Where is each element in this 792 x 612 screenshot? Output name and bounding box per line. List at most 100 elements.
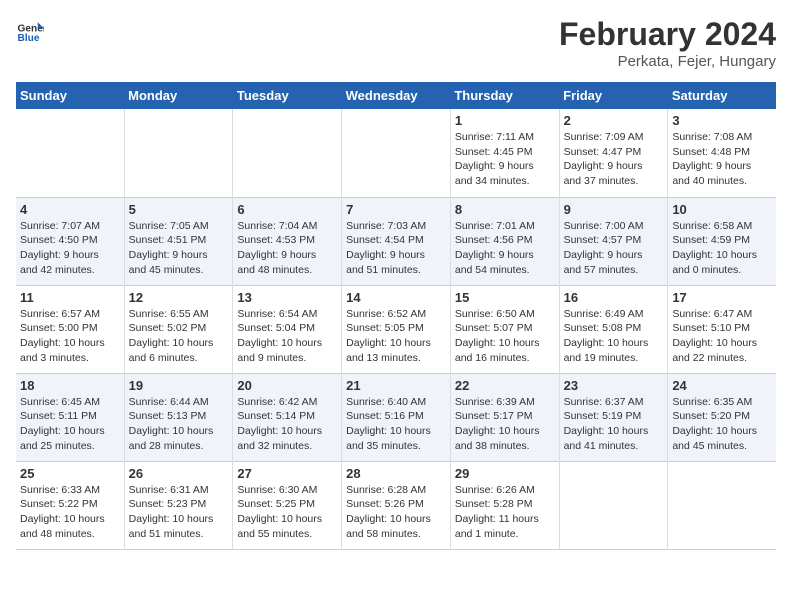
- day-info: Sunrise: 6:28 AM Sunset: 5:26 PM Dayligh…: [346, 483, 446, 542]
- day-info: Sunrise: 6:50 AM Sunset: 5:07 PM Dayligh…: [455, 307, 555, 366]
- day-info: Sunrise: 6:57 AM Sunset: 5:00 PM Dayligh…: [20, 307, 120, 366]
- day-number: 17: [672, 290, 772, 305]
- day-number: 16: [564, 290, 664, 305]
- day-number: 15: [455, 290, 555, 305]
- calendar-cell-week5-day1: 26 Sunrise: 6:31 AM Sunset: 5:23 PM Dayli…: [124, 461, 233, 549]
- calendar-table: SundayMondayTuesdayWednesdayThursdayFrid…: [16, 82, 776, 550]
- day-info: Sunrise: 7:03 AM Sunset: 4:54 PM Dayligh…: [346, 219, 446, 278]
- day-number: 9: [564, 202, 664, 217]
- calendar-cell-week2-day6: 10 Sunrise: 6:58 AM Sunset: 4:59 PM Dayli…: [668, 197, 776, 285]
- page-header: General Blue February 2024 Perkata, Feje…: [16, 16, 776, 70]
- logo-icon: General Blue: [16, 16, 44, 44]
- calendar-cell-week2-day5: 9 Sunrise: 7:00 AM Sunset: 4:57 PM Daylig…: [559, 197, 668, 285]
- day-info: Sunrise: 7:01 AM Sunset: 4:56 PM Dayligh…: [455, 219, 555, 278]
- calendar-subtitle: Perkata, Fejer, Hungary: [559, 53, 776, 70]
- calendar-cell-week2-day0: 4Sunrise: 7:07 AM Sunset: 4:50 PM Daylig…: [16, 197, 124, 285]
- weekday-header-monday: Monday: [124, 82, 233, 109]
- calendar-cell-week4-day5: 23 Sunrise: 6:37 AM Sunset: 5:19 PM Dayli…: [559, 373, 668, 461]
- day-info: Sunrise: 6:37 AM Sunset: 5:19 PM Dayligh…: [564, 395, 664, 454]
- calendar-cell-week5-day5: [559, 461, 668, 549]
- day-info: Sunrise: 6:26 AM Sunset: 5:28 PM Dayligh…: [455, 483, 555, 542]
- day-info: Sunrise: 6:40 AM Sunset: 5:16 PM Dayligh…: [346, 395, 446, 454]
- day-info: Sunrise: 7:08 AM Sunset: 4:48 PM Dayligh…: [672, 130, 772, 189]
- calendar-cell-week4-day4: 22 Sunrise: 6:39 AM Sunset: 5:17 PM Dayli…: [450, 373, 559, 461]
- day-number: 8: [455, 202, 555, 217]
- day-number: 21: [346, 378, 446, 393]
- day-info: Sunrise: 6:33 AM Sunset: 5:22 PM Dayligh…: [20, 483, 120, 542]
- calendar-cell-week1-day4: 1 Sunrise: 7:11 AM Sunset: 4:45 PM Daylig…: [450, 109, 559, 197]
- day-info: Sunrise: 6:35 AM Sunset: 5:20 PM Dayligh…: [672, 395, 772, 454]
- day-info: Sunrise: 6:58 AM Sunset: 4:59 PM Dayligh…: [672, 219, 772, 278]
- week-row-3: 11 Sunrise: 6:57 AM Sunset: 5:00 PM Dayli…: [16, 285, 776, 373]
- calendar-cell-week3-day6: 17Sunrise: 6:47 AM Sunset: 5:10 PM Dayli…: [668, 285, 776, 373]
- calendar-header-row: SundayMondayTuesdayWednesdayThursdayFrid…: [16, 82, 776, 109]
- calendar-cell-week3-day4: 15 Sunrise: 6:50 AM Sunset: 5:07 PM Dayli…: [450, 285, 559, 373]
- day-number: 23: [564, 378, 664, 393]
- day-number: 25: [20, 466, 120, 481]
- calendar-cell-week4-day1: 19 Sunrise: 6:44 AM Sunset: 5:13 PM Dayli…: [124, 373, 233, 461]
- day-info: Sunrise: 7:05 AM Sunset: 4:51 PM Dayligh…: [129, 219, 229, 278]
- calendar-cell-week3-day1: 12 Sunrise: 6:55 AM Sunset: 5:02 PM Dayli…: [124, 285, 233, 373]
- day-number: 10: [672, 202, 772, 217]
- day-number: 11: [20, 290, 120, 305]
- weekday-header-wednesday: Wednesday: [342, 82, 451, 109]
- day-info: Sunrise: 7:11 AM Sunset: 4:45 PM Dayligh…: [455, 130, 555, 189]
- day-number: 24: [672, 378, 772, 393]
- day-info: Sunrise: 6:44 AM Sunset: 5:13 PM Dayligh…: [129, 395, 229, 454]
- week-row-2: 4Sunrise: 7:07 AM Sunset: 4:50 PM Daylig…: [16, 197, 776, 285]
- day-number: 26: [129, 466, 229, 481]
- calendar-cell-week4-day0: 18 Sunrise: 6:45 AM Sunset: 5:11 PM Dayli…: [16, 373, 124, 461]
- calendar-cell-week1-day5: 2 Sunrise: 7:09 AM Sunset: 4:47 PM Daylig…: [559, 109, 668, 197]
- day-info: Sunrise: 7:00 AM Sunset: 4:57 PM Dayligh…: [564, 219, 664, 278]
- calendar-cell-week4-day3: 21 Sunrise: 6:40 AM Sunset: 5:16 PM Dayli…: [342, 373, 451, 461]
- logo: General Blue: [16, 16, 44, 44]
- day-number: 27: [237, 466, 337, 481]
- day-number: 18: [20, 378, 120, 393]
- weekday-header-tuesday: Tuesday: [233, 82, 342, 109]
- day-info: Sunrise: 6:52 AM Sunset: 5:05 PM Dayligh…: [346, 307, 446, 366]
- calendar-cell-week5-day0: 25 Sunrise: 6:33 AM Sunset: 5:22 PM Dayli…: [16, 461, 124, 549]
- day-number: 3: [672, 113, 772, 128]
- calendar-cell-week2-day4: 8 Sunrise: 7:01 AM Sunset: 4:56 PM Daylig…: [450, 197, 559, 285]
- calendar-cell-week1-day0: [16, 109, 124, 197]
- weekday-header-friday: Friday: [559, 82, 668, 109]
- day-number: 1: [455, 113, 555, 128]
- calendar-cell-week4-day2: 20 Sunrise: 6:42 AM Sunset: 5:14 PM Dayli…: [233, 373, 342, 461]
- calendar-cell-week5-day6: [668, 461, 776, 549]
- day-number: 22: [455, 378, 555, 393]
- day-number: 2: [564, 113, 664, 128]
- day-info: Sunrise: 6:31 AM Sunset: 5:23 PM Dayligh…: [129, 483, 229, 542]
- day-number: 20: [237, 378, 337, 393]
- day-info: Sunrise: 6:39 AM Sunset: 5:17 PM Dayligh…: [455, 395, 555, 454]
- day-info: Sunrise: 7:04 AM Sunset: 4:53 PM Dayligh…: [237, 219, 337, 278]
- title-area: February 2024 Perkata, Fejer, Hungary: [559, 16, 776, 70]
- day-info: Sunrise: 6:49 AM Sunset: 5:08 PM Dayligh…: [564, 307, 664, 366]
- day-info: Sunrise: 6:42 AM Sunset: 5:14 PM Dayligh…: [237, 395, 337, 454]
- calendar-cell-week3-day0: 11 Sunrise: 6:57 AM Sunset: 5:00 PM Dayli…: [16, 285, 124, 373]
- calendar-cell-week3-day2: 13 Sunrise: 6:54 AM Sunset: 5:04 PM Dayli…: [233, 285, 342, 373]
- calendar-cell-week3-day5: 16 Sunrise: 6:49 AM Sunset: 5:08 PM Dayli…: [559, 285, 668, 373]
- weekday-header-sunday: Sunday: [16, 82, 124, 109]
- week-row-1: 1 Sunrise: 7:11 AM Sunset: 4:45 PM Daylig…: [16, 109, 776, 197]
- day-info: Sunrise: 6:30 AM Sunset: 5:25 PM Dayligh…: [237, 483, 337, 542]
- day-number: 12: [129, 290, 229, 305]
- day-number: 13: [237, 290, 337, 305]
- calendar-cell-week2-day2: 6 Sunrise: 7:04 AM Sunset: 4:53 PM Daylig…: [233, 197, 342, 285]
- day-number: 28: [346, 466, 446, 481]
- svg-text:Blue: Blue: [18, 33, 40, 44]
- day-number: 6: [237, 202, 337, 217]
- day-info: Sunrise: 6:54 AM Sunset: 5:04 PM Dayligh…: [237, 307, 337, 366]
- calendar-cell-week1-day2: [233, 109, 342, 197]
- day-info: Sunrise: 7:07 AM Sunset: 4:50 PM Dayligh…: [20, 219, 120, 278]
- day-info: Sunrise: 7:09 AM Sunset: 4:47 PM Dayligh…: [564, 130, 664, 189]
- day-number: 7: [346, 202, 446, 217]
- day-info: Sunrise: 6:55 AM Sunset: 5:02 PM Dayligh…: [129, 307, 229, 366]
- day-number: 14: [346, 290, 446, 305]
- day-info: Sunrise: 6:45 AM Sunset: 5:11 PM Dayligh…: [20, 395, 120, 454]
- calendar-cell-week1-day3: [342, 109, 451, 197]
- day-number: 19: [129, 378, 229, 393]
- calendar-cell-week5-day3: 28 Sunrise: 6:28 AM Sunset: 5:26 PM Dayli…: [342, 461, 451, 549]
- calendar-cell-week4-day6: 24 Sunrise: 6:35 AM Sunset: 5:20 PM Dayli…: [668, 373, 776, 461]
- day-number: 5: [129, 202, 229, 217]
- calendar-title: February 2024: [559, 16, 776, 53]
